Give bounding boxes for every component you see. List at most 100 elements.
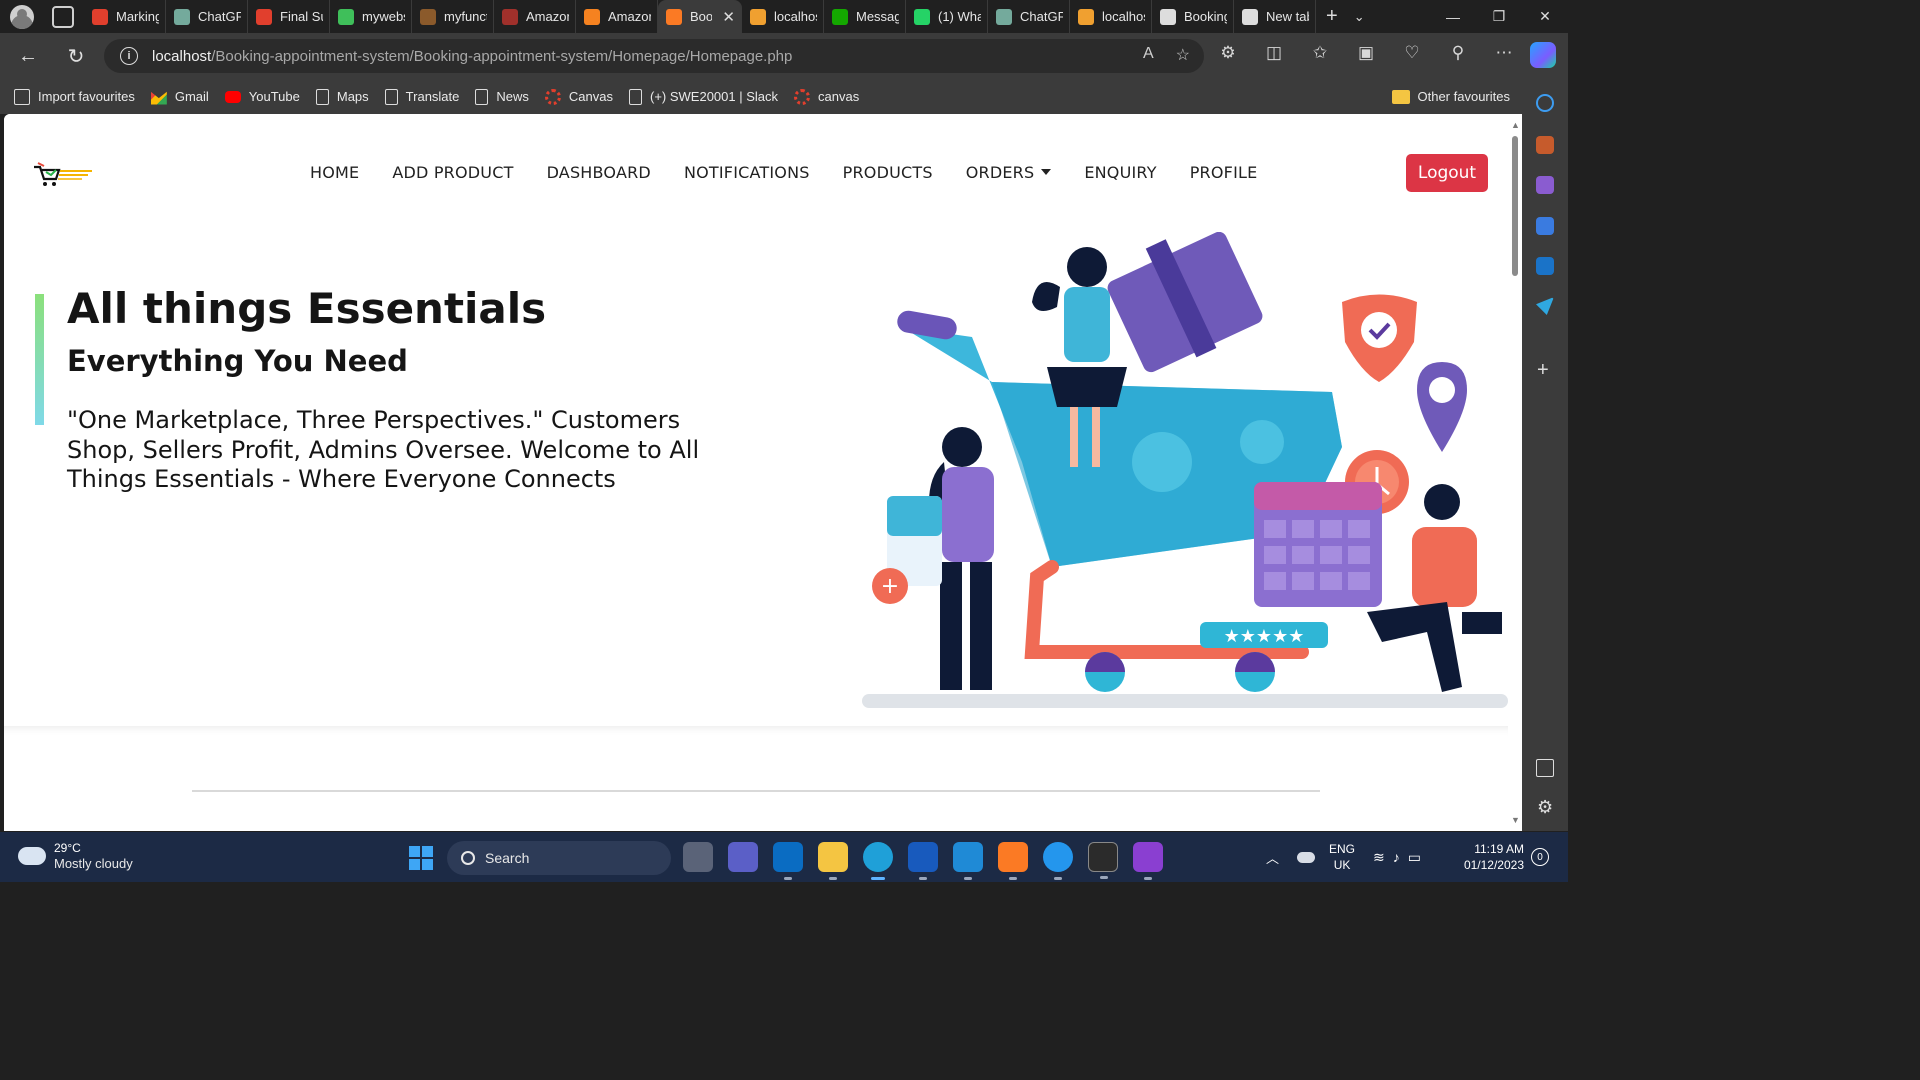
system-tray: ︿ ENG UK ≋♪▭ [1266, 832, 1429, 882]
browser-tab[interactable]: mywebs [330, 0, 412, 33]
tab-actions-chevron-icon[interactable]: ⌄ [1354, 9, 1365, 25]
browser-tab[interactable]: ChatGPT [988, 0, 1070, 33]
teams-icon[interactable] [728, 842, 758, 872]
file-explorer-icon[interactable] [818, 842, 848, 880]
extensions-icon[interactable]: ⚙ [1215, 43, 1241, 63]
favourite-item[interactable]: Canvas [544, 88, 613, 105]
favourite-item[interactable]: Maps [315, 88, 369, 105]
browser-tab[interactable]: Marking [84, 0, 166, 33]
browser-tab[interactable]: ChatGPT [166, 0, 248, 33]
back-button[interactable]: ← [8, 38, 48, 74]
app-icon[interactable] [1133, 842, 1163, 880]
edge-icon[interactable] [863, 842, 893, 880]
docker-icon[interactable] [1043, 842, 1073, 880]
copilot-icon[interactable] [1530, 42, 1556, 68]
favourite-item[interactable]: Import favourites [14, 88, 135, 105]
nav-profile[interactable]: PROFILE [1190, 163, 1258, 182]
nav-enquiry[interactable]: ENQUIRY [1084, 163, 1156, 182]
start-button[interactable] [409, 846, 433, 870]
browser-tab[interactable]: New tab [1234, 0, 1316, 33]
minimize-button[interactable]: — [1430, 0, 1476, 33]
tab-title: mywebs [362, 9, 405, 24]
browser-essentials-icon[interactable]: ⚲ [1445, 43, 1471, 63]
browser-tab[interactable]: Messag [824, 0, 906, 33]
add-sidebar-app-icon[interactable]: + [1537, 359, 1549, 382]
browser-tab[interactable]: localhos [742, 0, 824, 33]
notification-center[interactable]: 0 [1531, 848, 1549, 866]
svg-text:★★★★★: ★★★★★ [1224, 626, 1305, 647]
split-screen-icon[interactable]: ◫ [1261, 43, 1287, 63]
new-tab-button[interactable]: + [1326, 5, 1338, 28]
logout-button[interactable]: Logout [1406, 154, 1488, 192]
vscode-icon[interactable] [953, 842, 983, 880]
task-view-icon[interactable] [683, 842, 713, 872]
drop-icon[interactable] [1536, 297, 1554, 315]
taskbar: 29°C Mostly cloudy Search ︿ ENG UK ≋♪▭ 1… [0, 832, 1568, 882]
page-scrollbar[interactable]: ▲ ▼ [1508, 114, 1522, 831]
site-info-icon[interactable]: i [120, 47, 138, 65]
aws-icon [502, 8, 518, 25]
browser-tab[interactable]: Final Su [248, 0, 330, 33]
favourite-item[interactable]: canvas [794, 88, 859, 105]
nav-add-product[interactable]: ADD PRODUCT [392, 163, 513, 182]
outlook-icon[interactable] [773, 842, 803, 880]
favourites-icon[interactable]: ✩ [1307, 43, 1333, 63]
nav-notifications[interactable]: NOTIFICATIONS [684, 163, 810, 182]
browser-tab[interactable]: localhos [1070, 0, 1152, 33]
search-icon[interactable] [1536, 94, 1554, 112]
url-field[interactable]: i localhost/Booking-appointment-system/B… [104, 39, 1204, 73]
more-menu-icon[interactable]: ⋯ [1491, 43, 1517, 63]
show-hidden-icons-icon[interactable]: ︿ [1266, 848, 1279, 867]
performance-icon[interactable]: ♡ [1399, 43, 1425, 63]
favourite-item[interactable]: YouTube [224, 89, 300, 104]
nav-products[interactable]: PRODUCTS [843, 163, 933, 182]
close-tab-icon[interactable]: ✕ [722, 8, 735, 26]
maximize-button[interactable]: ❐ [1476, 0, 1522, 33]
scroll-down-icon[interactable]: ▼ [1511, 815, 1520, 825]
browser-tab[interactable]: Amazon [576, 0, 658, 33]
shopping-icon[interactable] [1536, 136, 1554, 154]
scroll-up-icon[interactable]: ▲ [1511, 120, 1520, 130]
browser-tab[interactable]: Amazon [494, 0, 576, 33]
favourite-item[interactable]: Gmail [150, 89, 209, 105]
favourites-bar: Import favourites Gmail YouTube Maps Transla… [0, 79, 1568, 114]
clock[interactable]: 11:19 AM 01/12/2023 [1454, 841, 1524, 873]
tab-title: Booking [1184, 9, 1227, 24]
taskbar-search-label: Search [485, 850, 530, 866]
other-favourites[interactable]: Other favourites [1391, 89, 1510, 104]
hide-sidebar-icon[interactable] [1536, 759, 1554, 777]
xampp-icon[interactable] [998, 842, 1028, 880]
close-window-button[interactable]: ✕ [1522, 0, 1568, 33]
browser-tab[interactable]: Boo ✕ [658, 0, 742, 33]
taskbar-search[interactable]: Search [447, 841, 671, 875]
browser-tab[interactable]: myfunct [412, 0, 494, 33]
tools-icon[interactable] [1536, 217, 1554, 235]
browser-tab[interactable]: (1) Wha [906, 0, 988, 33]
favourite-item[interactable]: Translate [384, 88, 459, 105]
network-volume-battery-icons[interactable]: ≋♪▭ [1373, 849, 1429, 866]
workspaces-icon[interactable] [52, 5, 74, 28]
profile-icon[interactable] [10, 4, 34, 29]
aws-icon [584, 8, 600, 25]
onedrive-icon[interactable] [1297, 851, 1316, 863]
sidebar-settings-icon[interactable]: ⚙ [1537, 797, 1553, 818]
refresh-button[interactable]: ↻ [56, 38, 96, 74]
language-indicator[interactable]: ENG UK [1329, 841, 1355, 873]
games-icon[interactable] [1536, 176, 1554, 194]
collections-icon[interactable]: ▣ [1353, 43, 1379, 63]
favourite-star-icon[interactable]: ☆ [1176, 45, 1190, 65]
favourite-item[interactable]: (+) SWE20001 | Slack [628, 88, 778, 105]
site-logo[interactable] [32, 159, 94, 189]
nav-home[interactable]: HOME [310, 163, 359, 182]
browser-tab[interactable]: Booking [1152, 0, 1234, 33]
word-icon[interactable] [908, 842, 938, 880]
outlook-icon[interactable] [1536, 257, 1554, 275]
favourite-item[interactable]: News [475, 88, 529, 105]
nav-orders-dropdown[interactable]: ORDERS [966, 163, 1052, 182]
nav-dashboard[interactable]: DASHBOARD [547, 163, 651, 182]
terminal-icon[interactable] [1088, 842, 1118, 879]
page-icon [628, 88, 642, 105]
read-aloud-icon[interactable]: A [1143, 45, 1154, 65]
weather-widget[interactable]: 29°C Mostly cloudy [18, 839, 133, 872]
scrollbar-thumb[interactable] [1512, 136, 1518, 276]
